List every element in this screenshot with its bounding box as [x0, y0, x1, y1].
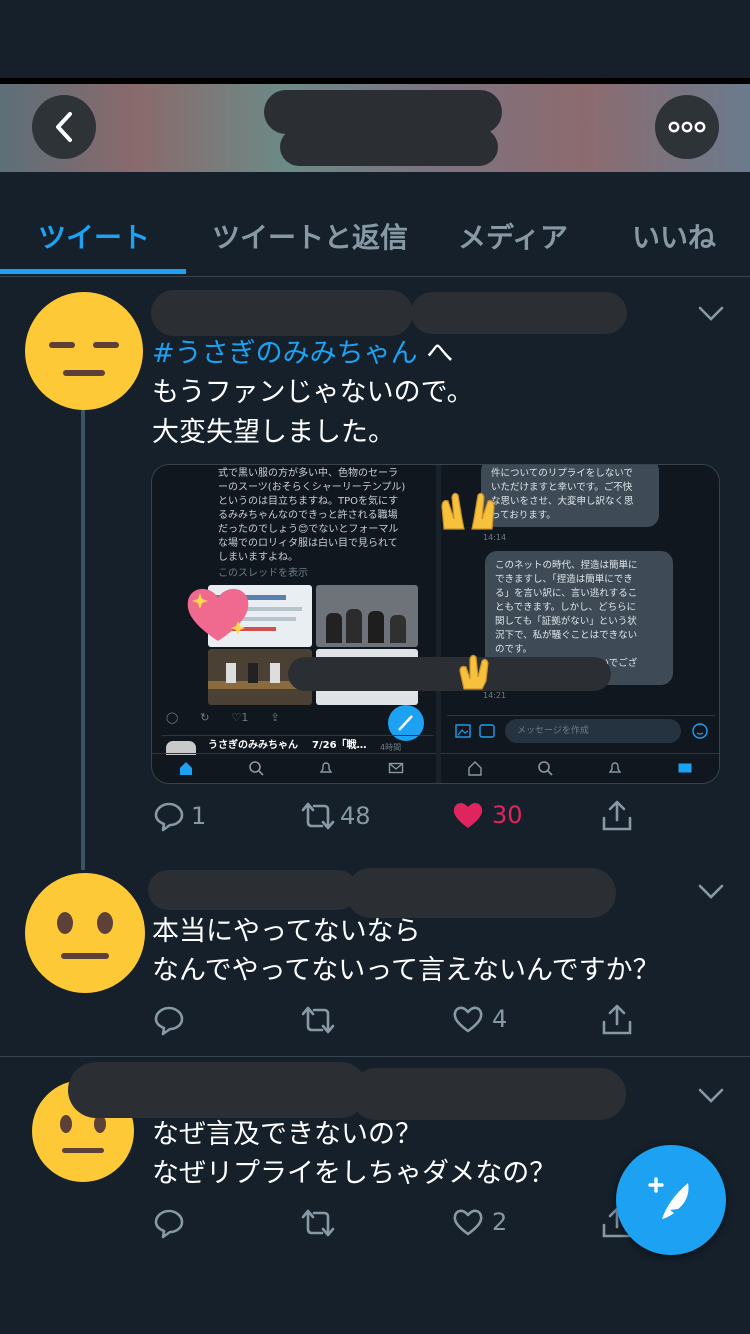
- dm-message-placeholder: メッセージを作成: [517, 726, 589, 736]
- tab-media[interactable]: メディア: [458, 216, 568, 256]
- retweet-button[interactable]: [300, 1207, 336, 1239]
- active-tab-indicator: [0, 269, 186, 274]
- tweet-text-line: 本当にやってないなら: [152, 916, 421, 947]
- media-left-bottom-date: 7/26「戦…: [312, 740, 367, 751]
- image-icon: [455, 724, 471, 738]
- tweet-text-line: 大変失望しました。: [152, 417, 395, 448]
- reply-context: #うさぎのみみちゃん へ: [152, 334, 453, 374]
- reply-context-suffix: へ: [417, 338, 454, 369]
- raised-hands-icon: [441, 492, 495, 530]
- retweet-icon: [301, 802, 335, 830]
- thread-line: [81, 408, 85, 870]
- tweet-text-line: なぜ言及できないの？: [152, 1119, 422, 1150]
- chevron-down-icon[interactable]: [698, 884, 724, 900]
- heart-icon: [453, 1209, 483, 1236]
- search-icon: [249, 761, 264, 776]
- like-count: 4: [492, 1005, 508, 1033]
- tweet-text-line: なんでやってないって言えないんですか？: [152, 955, 660, 986]
- like-button[interactable]: 4: [452, 1004, 507, 1034]
- chevron-left-icon: [56, 112, 72, 142]
- avatar[interactable]: [25, 292, 143, 410]
- heart-sticker-icon: [187, 588, 249, 641]
- retweet-button[interactable]: [300, 1004, 336, 1036]
- tweet-text-line: なぜリプライをしちゃダメなの？: [152, 1158, 557, 1189]
- redacted-handle: [411, 292, 627, 334]
- emoji-icon: [692, 723, 708, 739]
- chevron-down-icon[interactable]: [698, 306, 724, 322]
- reply-icon: [154, 802, 184, 832]
- back-button[interactable]: [32, 95, 96, 159]
- avatar[interactable]: [25, 873, 145, 993]
- more-button[interactable]: [655, 95, 719, 159]
- share-icon: [602, 800, 632, 831]
- like-count: 30: [492, 801, 523, 829]
- media-left-screenshot: 式で黒い服の方が多い中、色物のセーラ ーのスーツ(おそらくシャーリーテンプル) …: [152, 465, 464, 783]
- home-outline-icon: [468, 761, 482, 776]
- like-count: 2: [492, 1208, 508, 1236]
- reply-icon: [154, 1006, 184, 1036]
- gif-icon: [479, 724, 495, 738]
- redacted-display-name: [151, 290, 413, 336]
- redacted-display-name: [68, 1062, 368, 1118]
- dm-timestamp: 14:14: [483, 533, 507, 542]
- neutral-face-icon: [57, 912, 113, 959]
- search-icon: [538, 761, 553, 776]
- redacted-handle: [346, 868, 616, 918]
- tweet-media-image[interactable]: 式で黒い服の方が多い中、色物のセーラ ーのスーツ(おそらくシャーリーテンプル) …: [151, 464, 720, 784]
- reply-button[interactable]: [153, 1004, 185, 1036]
- dm-compose-bar: メッセージを作成: [447, 715, 715, 746]
- like-button[interactable]: 30: [452, 800, 523, 830]
- status-bar: [0, 0, 750, 78]
- tweet-text-line: もうファンじゃないので。: [152, 377, 474, 408]
- share-icon: [602, 1004, 632, 1035]
- expressionless-face-icon: [49, 342, 119, 376]
- tab-likes[interactable]: いいね: [632, 216, 716, 256]
- media-right-nav: [441, 753, 719, 783]
- like-button[interactable]: 2: [452, 1207, 507, 1237]
- media-left-text: 式で黒い服の方が多い中、色物のセーラ ーのスーツ(おそらくシャーリーテンプル) …: [218, 468, 406, 563]
- profile-tabs: ツイート ツイートと返信 メディア いいね: [0, 172, 750, 277]
- share-button[interactable]: [600, 1002, 634, 1036]
- home-icon: [180, 762, 192, 775]
- tab-tweets[interactable]: ツイート: [38, 216, 150, 256]
- compose-tweet-button[interactable]: [616, 1145, 726, 1255]
- media-action-row: ◯ ↻ ♡1 ⇪: [166, 711, 280, 724]
- share-button[interactable]: [600, 798, 634, 832]
- media-left-link: このスレッドを表示: [218, 568, 308, 579]
- dm-bubble: 件についてのリプライをしないで いただけますと幸いです。ご不快 な思いをさせ、大…: [481, 465, 659, 527]
- chevron-down-icon[interactable]: [698, 1088, 724, 1104]
- hashtag-link[interactable]: #うさぎのみみちゃん: [152, 338, 418, 369]
- more-dots-icon: [668, 121, 706, 133]
- media-left-bottom-name: うさぎのみみちゃん: [208, 740, 298, 751]
- compose-feather-icon: [648, 1177, 689, 1219]
- redacted-display-name: [148, 870, 358, 910]
- retweet-icon: [301, 1006, 335, 1034]
- bell-icon: [608, 762, 622, 773]
- mail-icon: [388, 762, 404, 774]
- bell-icon: [319, 762, 333, 773]
- redacted-handle: [350, 1068, 626, 1120]
- reply-count: 1: [191, 802, 207, 830]
- raised-hand-icon: [459, 654, 489, 690]
- redacted-block: [411, 657, 611, 691]
- divider: [0, 1056, 750, 1057]
- media-thumb: [316, 585, 418, 647]
- retweet-button[interactable]: 48: [300, 800, 371, 832]
- heart-filled-icon: [453, 802, 483, 828]
- retweet-icon: [301, 1209, 335, 1237]
- dm-timestamp: 14:21: [483, 691, 507, 700]
- tab-tweets-and-replies[interactable]: ツイートと返信: [212, 216, 408, 256]
- heart-icon: [453, 1006, 483, 1033]
- reply-button[interactable]: 1: [153, 800, 206, 832]
- redacted-count: [280, 128, 498, 166]
- media-left-nav: [152, 753, 436, 783]
- retweet-count: 48: [340, 802, 371, 830]
- reply-button[interactable]: [153, 1207, 185, 1239]
- reply-icon: [154, 1209, 184, 1239]
- mail-icon: [678, 763, 692, 773]
